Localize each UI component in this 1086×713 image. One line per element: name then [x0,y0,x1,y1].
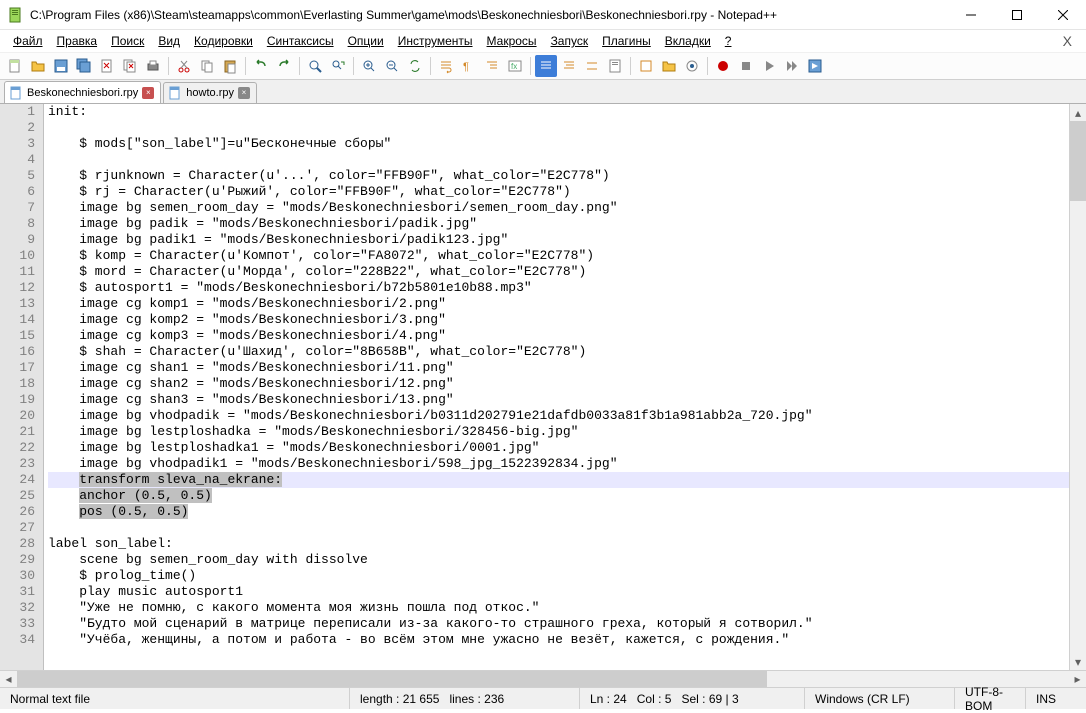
code-area[interactable]: init: $ mods["son_label"]=u"Бесконечные … [44,104,1069,670]
status-bar: Normal text file length : 21 655 lines :… [0,687,1086,709]
status-encoding: UTF-8-BOM [955,688,1026,709]
stop-icon[interactable] [735,55,757,77]
save-icon[interactable] [50,55,72,77]
playfast-icon[interactable] [781,55,803,77]
status-position: Ln : 24 Col : 5 Sel : 69 | 3 [580,688,805,709]
print-icon[interactable] [142,55,164,77]
toolbar-separator [530,57,531,75]
svg-text:¶: ¶ [463,61,469,73]
line-number-gutter: 1234567891011121314151617181920212223242… [0,104,44,670]
tab-beskonechniesbori[interactable]: Beskonechniesbori.rpy × [4,81,161,103]
menu-close-x[interactable]: X [1055,33,1080,49]
toolbar-separator [245,57,246,75]
status-eol: Windows (CR LF) [805,688,955,709]
closeall-icon[interactable] [119,55,141,77]
menu-encoding[interactable]: Кодировки [187,32,260,50]
scroll-up-icon[interactable]: ▴ [1070,104,1086,121]
scroll-down-icon[interactable]: ▾ [1070,653,1086,670]
tab-label: howto.rpy [186,87,234,99]
menu-help[interactable]: ? [718,32,739,50]
monitor-icon[interactable] [681,55,703,77]
scroll-left-icon[interactable]: ◂ [0,671,17,688]
replace-icon[interactable] [327,55,349,77]
play-icon[interactable] [758,55,780,77]
toolbar-separator [353,57,354,75]
zoomin-icon[interactable] [358,55,380,77]
status-mode: INS [1026,688,1086,709]
vertical-scrollbar[interactable]: ▴ ▾ [1069,104,1086,670]
menu-plugins[interactable]: Плагины [595,32,658,50]
func-list-icon[interactable] [635,55,657,77]
menu-run[interactable]: Запуск [544,32,596,50]
copy-icon[interactable] [196,55,218,77]
toolbar: ¶ fx [0,52,1086,80]
tab-label: Beskonechniesbori.rpy [27,87,138,99]
tab-howto[interactable]: howto.rpy × [163,82,257,103]
hidechars-icon[interactable] [581,55,603,77]
cut-icon[interactable] [173,55,195,77]
title-bar: C:\Program Files (x86)\Steam\steamapps\c… [0,0,1086,30]
menu-search[interactable]: Поиск [104,32,151,50]
find-icon[interactable] [304,55,326,77]
paste-icon[interactable] [219,55,241,77]
app-icon [8,7,24,23]
editor: 1234567891011121314151617181920212223242… [0,104,1086,670]
toolbar-separator [430,57,431,75]
scrollbar-thumb[interactable] [17,671,767,687]
menu-edit[interactable]: Правка [50,32,105,50]
undo-icon[interactable] [250,55,272,77]
status-filetype: Normal text file [0,688,350,709]
minimize-button[interactable] [948,0,994,29]
indent-guide-icon[interactable] [481,55,503,77]
svg-text:fx: fx [511,62,517,71]
toolbar-separator [299,57,300,75]
menu-file[interactable]: Файл [6,32,50,50]
menu-window[interactable]: Вкладки [658,32,718,50]
zoomout-icon[interactable] [381,55,403,77]
toolbar-separator [168,57,169,75]
tab-close-icon[interactable]: × [142,87,154,99]
unfold-icon[interactable] [558,55,580,77]
sync-icon[interactable] [404,55,426,77]
saveall-icon[interactable] [73,55,95,77]
open-icon[interactable] [27,55,49,77]
scroll-right-icon[interactable]: ▸ [1069,671,1086,688]
menu-view[interactable]: Вид [151,32,187,50]
toolbar-separator [630,57,631,75]
lang-icon[interactable]: fx [504,55,526,77]
window-title: C:\Program Files (x86)\Steam\steamapps\c… [30,8,948,22]
file-icon [9,86,23,100]
maximize-button[interactable] [994,0,1040,29]
menu-tools[interactable]: Инструменты [391,32,480,50]
scrollbar-thumb[interactable] [1070,121,1086,201]
close-file-icon[interactable] [96,55,118,77]
doc-map-icon[interactable] [604,55,626,77]
horizontal-scrollbar[interactable]: ◂ ▸ [0,670,1086,687]
wrap-icon[interactable] [435,55,457,77]
menu-syntax[interactable]: Синтаксисы [260,32,341,50]
close-button[interactable] [1040,0,1086,29]
allchars-icon[interactable]: ¶ [458,55,480,77]
savemacro-icon[interactable] [804,55,826,77]
tab-close-icon[interactable]: × [238,87,250,99]
menu-bar: Файл Правка Поиск Вид Кодировки Синтакси… [0,30,1086,52]
new-icon[interactable] [4,55,26,77]
tab-bar: Beskonechniesbori.rpy × howto.rpy × [0,80,1086,104]
folder-browser-icon[interactable] [658,55,680,77]
record-icon[interactable] [712,55,734,77]
status-length: length : 21 655 lines : 236 [350,688,580,709]
fold-icon[interactable] [535,55,557,77]
menu-macro[interactable]: Макросы [480,32,544,50]
redo-icon[interactable] [273,55,295,77]
menu-settings[interactable]: Опции [341,32,391,50]
toolbar-separator [707,57,708,75]
file-icon [168,86,182,100]
